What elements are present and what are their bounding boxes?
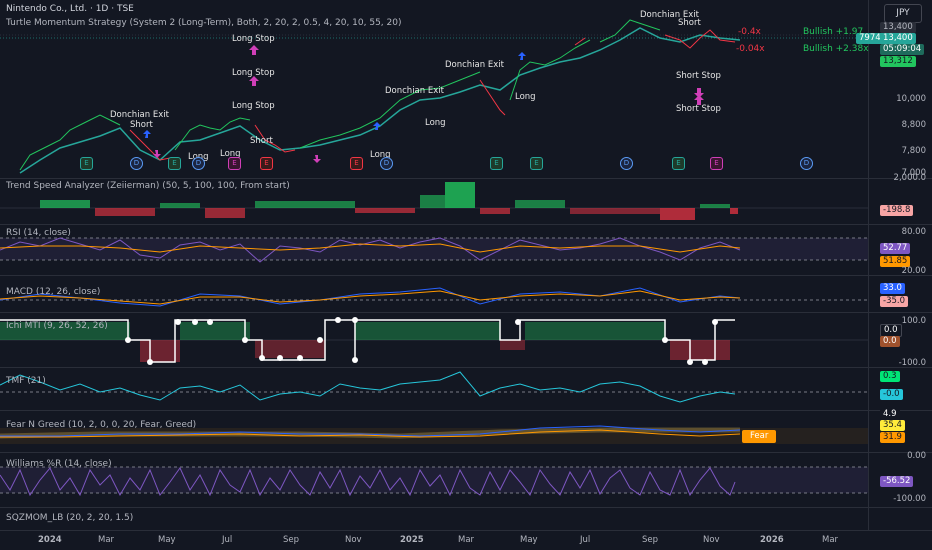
time-axis-label: Nov [345, 535, 362, 545]
event-marker[interactable]: E [168, 157, 181, 170]
ichi-tick: -100.0 [898, 358, 926, 368]
event-marker[interactable]: D [620, 157, 633, 170]
williams-title[interactable]: Williams %R (14, close) [6, 459, 112, 469]
short-label-2: Short [678, 18, 701, 28]
time-axis-label: Mar [98, 535, 115, 545]
event-marker[interactable]: D [192, 157, 205, 170]
short-label-3: Short [250, 136, 273, 146]
ichi-tick: 100.0 [901, 316, 926, 326]
event-marker[interactable]: E [260, 157, 273, 170]
donchian-exit-label-4: Donchian Exit [110, 110, 169, 120]
time-axis-label: Mar [458, 535, 475, 545]
donchian-exit-label-3: Donchian Exit [385, 86, 444, 96]
pane-separator[interactable] [0, 410, 932, 411]
ichi-title[interactable]: Ichi MTI (9, 26, 52, 26) [6, 321, 108, 331]
time-axis-label: Sep [642, 535, 659, 545]
event-marker[interactable]: E [530, 157, 543, 170]
time-axis-label: May [158, 535, 176, 545]
red-label-1: -0.4x [738, 27, 761, 37]
event-marker[interactable]: E [490, 157, 503, 170]
fear-greed-value-1: 4.9 [880, 409, 900, 420]
time-axis-separator [0, 530, 932, 531]
event-marker[interactable]: E [80, 157, 93, 170]
donchian-exit-label-2: Donchian Exit [445, 60, 504, 70]
ichi-value-2: 0.0 [880, 336, 900, 347]
pane-separator[interactable] [0, 275, 932, 276]
trend-speed-value: -198.8 [880, 205, 914, 216]
event-marker[interactable]: D [130, 157, 143, 170]
williams-tick: -100.00 [893, 494, 926, 504]
long-label-5: Long [515, 92, 536, 102]
williams-value: -56.52 [880, 476, 914, 487]
other-price-badge: 13,312 [880, 56, 916, 67]
signal-arrows [143, 45, 704, 163]
long-stop-label-1: Long Stop [232, 34, 275, 44]
rsi-tick: 20.00 [901, 266, 926, 276]
time-axis-label: Jul [222, 535, 233, 545]
short-label-1: Short [130, 120, 153, 130]
event-marker[interactable]: E [228, 157, 241, 170]
pane-separator[interactable] [0, 178, 932, 179]
macd-signal-value: -35.0 [880, 296, 908, 307]
trend-speed-tick: 2,000.0 [893, 173, 926, 183]
event-marker[interactable]: D [800, 157, 813, 170]
trend-speed-title[interactable]: Trend Speed Analyzer (Zeiierman) (50, 5,… [6, 181, 290, 191]
pane-separator[interactable] [0, 507, 932, 508]
macd-value: 33.0 [880, 283, 905, 294]
event-marker[interactable]: E [350, 157, 363, 170]
time-axis-label: Sep [283, 535, 300, 545]
time-axis-label: Nov [703, 535, 720, 545]
long-label-3: Long [425, 118, 446, 128]
macd-line [0, 287, 741, 307]
bullish-label-1: Bullish +1.97 [803, 27, 864, 37]
long-stop-label-3: Long Stop [232, 101, 275, 111]
price-chart[interactable] [0, 0, 868, 530]
time-axis-label: 2025 [400, 535, 424, 545]
sqzmom-title[interactable]: SQZMOM_LB (20, 2, 20, 1.5) [6, 513, 133, 523]
short-stop-label-1: Short Stop [676, 71, 721, 81]
fear-greed-value-2: 35.4 [880, 420, 905, 431]
candles [19, 19, 736, 171]
price-tick: 7,800 [901, 146, 926, 156]
fear-badge: Fear [742, 430, 777, 443]
fear-greed-title[interactable]: Fear N Greed (10, 2, 0, 0, 20, Fear, Gre… [6, 420, 196, 430]
price-tick: 8,800 [901, 120, 926, 130]
long-stop-label-2: Long Stop [232, 68, 275, 78]
rsi-tick: 80.00 [901, 227, 926, 237]
event-marker[interactable]: D [380, 157, 393, 170]
time-axis-label: May [520, 535, 538, 545]
price-tick: 10,000 [896, 94, 926, 104]
pane-separator[interactable] [0, 312, 932, 313]
short-stop-label-2: Short Stop [676, 104, 721, 114]
fear-greed-value-3: 31.9 [880, 432, 905, 443]
rsi-value: 52.77 [880, 243, 911, 254]
event-marker[interactable]: E [710, 157, 723, 170]
last-price-badge: 13,400 [880, 33, 916, 44]
price-badge-top: 13,400 [880, 22, 916, 33]
time-axis-label: Mar [822, 535, 839, 545]
rsi-title[interactable]: RSI (14, close) [6, 228, 71, 238]
event-marker[interactable]: E [672, 157, 685, 170]
tmf-value: 0.3 [880, 371, 900, 382]
time-axis-label: 2024 [38, 535, 62, 545]
tmf-value-2: -0.0 [880, 389, 903, 400]
bullish-label-2: Bullish +2.38x [803, 44, 869, 54]
macd-title[interactable]: MACD (12, 26, close) [6, 287, 100, 297]
red-label-2: -0.04x [736, 44, 765, 54]
pane-separator[interactable] [0, 367, 932, 368]
tmf-title[interactable]: TMF (21) [6, 376, 46, 386]
williams-tick: 0.00 [907, 451, 926, 461]
time-axis-label: 2026 [760, 535, 784, 545]
time-axis-label: Jul [580, 535, 591, 545]
pane-separator[interactable] [0, 452, 932, 453]
pane-separator[interactable] [0, 224, 932, 225]
countdown-badge: 05:09:04 [880, 44, 925, 55]
tmf-line [0, 371, 736, 403]
